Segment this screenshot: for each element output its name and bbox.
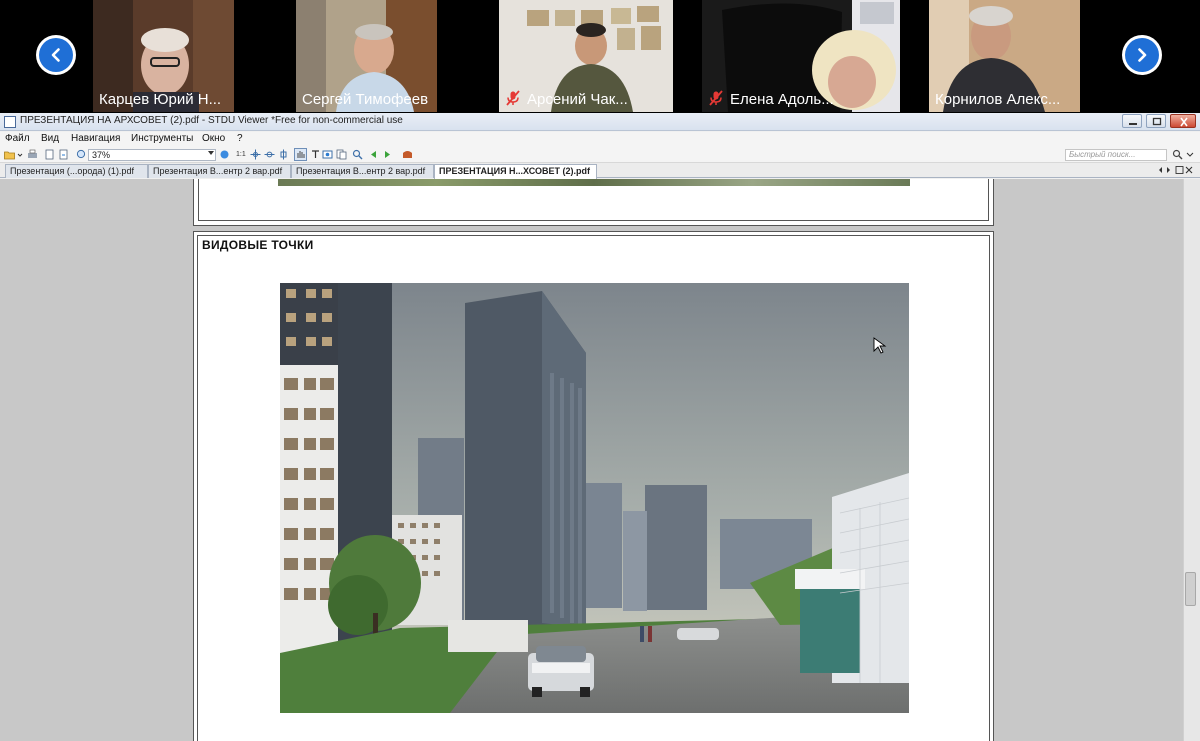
actual-size-icon[interactable]: 1:1 <box>236 149 247 160</box>
chevron-left-icon <box>39 38 73 72</box>
participant-tile[interactable]: Сергей Тимофеев <box>296 0 437 112</box>
snapshot-icon[interactable] <box>322 149 333 160</box>
menu-window[interactable]: Окно <box>202 133 225 144</box>
zoom-apply-icon[interactable] <box>219 149 230 160</box>
participant-tile[interactable]: Корнилов Алекс... <box>929 0 1080 112</box>
fit-page-icon[interactable] <box>250 149 261 160</box>
menu-file[interactable]: Файл <box>5 133 30 144</box>
chevron-down-icon[interactable] <box>17 149 23 160</box>
app-icon <box>4 116 16 128</box>
page-export-icon[interactable] <box>58 149 69 160</box>
pdf-viewer-window: ПРЕЗЕНТАЦИЯ НА АРХСОВЕТ (2).pdf - STDU V… <box>0 113 1200 741</box>
toolbar: 37% 1:1 Быстрый поиск... <box>0 147 1200 163</box>
next-participants-button[interactable] <box>1122 35 1162 75</box>
hand-tool-icon[interactable] <box>294 148 307 161</box>
title-bar: ПРЕЗЕНТАЦИЯ НА АРХСОВЕТ (2).pdf - STDU V… <box>0 113 1200 131</box>
window-title: ПРЕЗЕНТАЦИЯ НА АРХСОВЕТ (2).pdf - STDU V… <box>20 115 403 126</box>
open-folder-icon[interactable] <box>4 149 15 160</box>
tab-document-4[interactable]: ПРЕЗЕНТАЦИЯ Н...ХСОВЕТ (2).pdf <box>434 164 597 179</box>
document-tabs: Презентация (...орода) (1).pdf Презентац… <box>0 163 1200 179</box>
participant-name: Елена Адоль... <box>730 91 834 108</box>
current-page: ВИДОВЫЕ ТОЧКИ <box>193 231 994 741</box>
minimize-button[interactable] <box>1122 114 1142 128</box>
video-participant-strip: Карцев Юрий Н... Сергей Тимофеев Арсений… <box>0 0 1200 113</box>
menu-bar: Файл Вид Навигация Инструменты Окно ? <box>0 132 1200 147</box>
page-heading: ВИДОВЫЕ ТОЧКИ <box>202 238 314 252</box>
tab-navigation-icons[interactable] <box>1157 165 1193 175</box>
menu-help[interactable]: ? <box>237 133 243 144</box>
participant-name: Сергей Тимофеев <box>302 91 429 108</box>
zoom-icon[interactable] <box>76 149 87 160</box>
bookmark-icon[interactable] <box>402 149 413 160</box>
maximize-button[interactable] <box>1146 114 1166 128</box>
close-button[interactable] <box>1170 114 1196 128</box>
forward-icon[interactable] <box>382 149 393 160</box>
pages-icon[interactable] <box>336 149 347 160</box>
fit-height-icon[interactable] <box>278 149 289 160</box>
participant-tile[interactable]: Елена Адоль... <box>702 0 900 112</box>
previous-page <box>193 179 994 226</box>
tab-document-3[interactable]: Презентация В...ентр 2 вар.pdf <box>291 164 434 178</box>
back-icon[interactable] <box>368 149 379 160</box>
quick-search-input[interactable]: Быстрый поиск... <box>1065 149 1167 161</box>
vertical-scrollbar[interactable] <box>1183 179 1200 741</box>
chevron-right-icon <box>1125 38 1159 72</box>
menu-tools[interactable]: Инструменты <box>131 133 193 144</box>
architectural-rendering-image <box>280 283 909 713</box>
menu-view[interactable]: Вид <box>41 133 59 144</box>
participant-tile[interactable]: Карцев Юрий Н... <box>93 0 234 112</box>
zoom-dropdown-arrow-icon[interactable] <box>208 151 214 155</box>
tab-document-1[interactable]: Презентация (...орода) (1).pdf <box>5 164 148 178</box>
document-viewport[interactable]: ВИДОВЫЕ ТОЧКИ <box>0 179 1200 741</box>
vertical-scrollbar-thumb[interactable] <box>1185 572 1196 606</box>
find-icon[interactable] <box>352 149 363 160</box>
previous-participants-button[interactable] <box>36 35 76 75</box>
page-icon[interactable] <box>44 149 55 160</box>
menu-navigation[interactable]: Навигация <box>71 133 120 144</box>
tab-document-2[interactable]: Презентация В...ентр 2 вар.pdf <box>148 164 291 178</box>
print-icon[interactable] <box>27 149 38 160</box>
participant-name: Корнилов Алекс... <box>935 91 1061 108</box>
fit-width-icon[interactable] <box>264 149 275 160</box>
microphone-muted-icon <box>709 90 723 106</box>
participant-tile[interactable]: Арсений Чак... <box>499 0 673 112</box>
zoom-level-field[interactable]: 37% <box>88 149 216 161</box>
participant-name: Карцев Юрий Н... <box>99 91 222 108</box>
select-text-icon[interactable] <box>310 149 321 160</box>
search-options-icon[interactable] <box>1186 149 1194 160</box>
previous-page-image-strip <box>278 179 910 186</box>
microphone-muted-icon <box>506 90 520 106</box>
search-icon[interactable] <box>1172 149 1183 160</box>
participant-name: Арсений Чак... <box>527 91 628 108</box>
